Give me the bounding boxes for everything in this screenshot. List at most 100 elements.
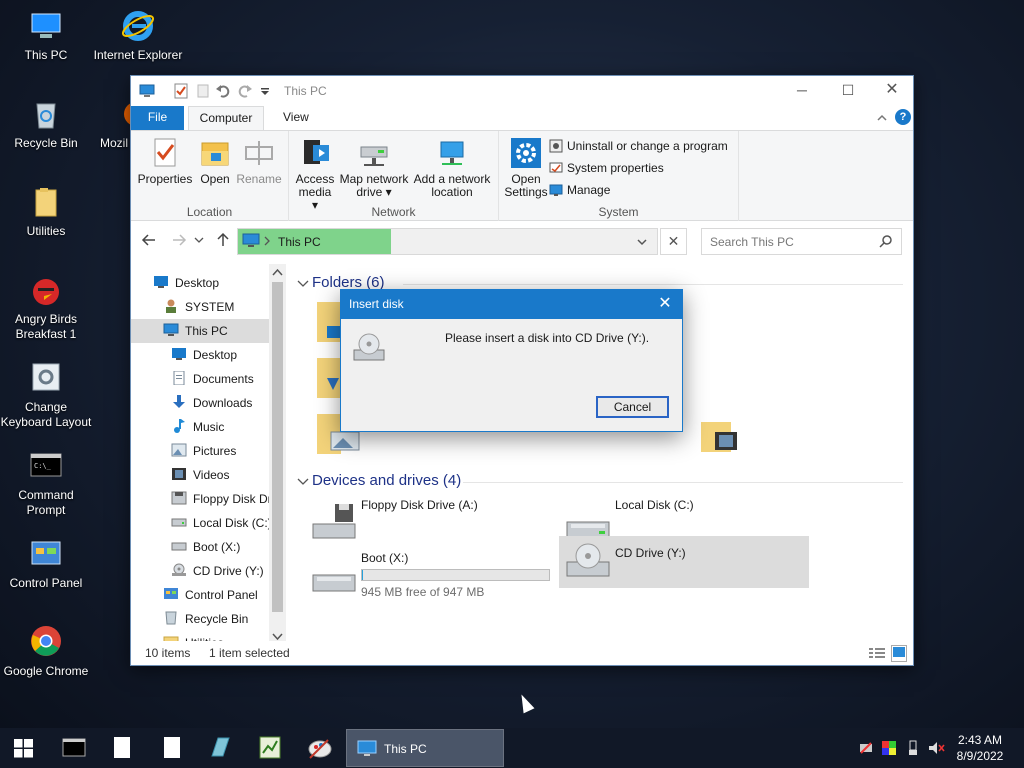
nav-item-local-disk[interactable]: Local Disk (C:) — [171, 511, 272, 535]
nav-item-pictures[interactable]: Pictures — [171, 439, 236, 463]
taskbar-paint-icon[interactable] — [296, 728, 344, 768]
nav-item-documents[interactable]: Documents — [171, 367, 254, 391]
open-settings-button[interactable]: Open Settings — [503, 137, 549, 199]
folder-icon[interactable] — [701, 414, 741, 457]
add-network-location-button[interactable]: Add a network location — [411, 137, 493, 199]
large-icons-view-icon[interactable] — [891, 645, 907, 662]
desktop-icon-this-pc[interactable]: This PC — [0, 8, 92, 63]
nav-item-downloads[interactable]: Downloads — [171, 391, 252, 415]
desktop-icon-recycle-bin[interactable]: Recycle Bin — [0, 96, 92, 151]
taskbar-app-icon[interactable] — [196, 728, 244, 768]
taskbar-command-prompt-icon[interactable] — [50, 728, 98, 768]
ribbon-group-label: Network — [371, 205, 416, 219]
nav-item-music[interactable]: Music — [171, 415, 224, 439]
start-button[interactable] — [0, 728, 48, 768]
nav-item-videos[interactable]: Videos — [171, 463, 229, 487]
desktop-icon-internet-explorer[interactable]: Internet Explorer — [92, 8, 184, 63]
taskbar-document-icon[interactable] — [148, 728, 196, 768]
nav-item-desktop-2[interactable]: Desktop — [171, 343, 237, 367]
floppy-drive-icon — [311, 504, 357, 542]
back-arrow-icon[interactable] — [139, 232, 159, 252]
clear-address-button[interactable]: ✕ — [660, 228, 687, 255]
nav-item-floppy[interactable]: Floppy Disk Dri — [171, 487, 274, 511]
collapse-chevron-icon[interactable] — [297, 278, 309, 292]
customize-quick-access-chevron-icon[interactable] — [259, 83, 275, 99]
close-button[interactable]: ✕ — [869, 76, 915, 106]
search-input[interactable]: Search This PC — [701, 228, 902, 255]
devices-group-header[interactable]: Devices and drives (4) — [312, 472, 461, 492]
drive-floppy[interactable]: Floppy Disk Drive (A:) — [299, 496, 545, 548]
color-tray-icon[interactable] — [881, 740, 897, 756]
tab-computer[interactable]: Computer — [188, 106, 264, 131]
nav-item-control-panel[interactable]: Control Panel — [163, 583, 258, 607]
desktop-icon-command-prompt[interactable]: C:\_ Command Prompt — [0, 448, 92, 518]
chrome-icon — [28, 624, 64, 660]
access-media-button[interactable]: Access media ▾ — [295, 137, 335, 212]
collapse-chevron-icon[interactable] — [297, 476, 309, 490]
taskbar-this-pc-button[interactable]: This PC — [346, 729, 504, 767]
open-button[interactable]: Open — [195, 137, 235, 186]
details-view-icon[interactable] — [869, 646, 885, 663]
manage-button[interactable]: Manage — [549, 181, 610, 201]
scroll-up-arrow-icon[interactable] — [272, 267, 283, 281]
nav-item-this-pc[interactable]: This PC — [131, 319, 269, 343]
nav-item-system[interactable]: SYSTEM — [163, 295, 234, 319]
up-arrow-icon[interactable] — [213, 232, 233, 252]
network-location-icon — [436, 137, 468, 169]
scrollbar-thumb[interactable] — [272, 282, 283, 612]
taskbar-notepad-icon[interactable] — [98, 728, 146, 768]
clock[interactable]: 2:43 AM 8/9/2022 — [952, 732, 1008, 764]
tab-file[interactable]: File — [131, 106, 184, 130]
minimize-button[interactable]: ─ — [779, 76, 825, 106]
navigation-scrollbar[interactable] — [269, 264, 286, 644]
desktop-icon-change-keyboard-layout[interactable]: Change Keyboard Layout — [0, 360, 92, 430]
undo-icon[interactable] — [215, 83, 231, 99]
properties-icon — [149, 137, 181, 169]
selection-count: 1 item selected — [209, 646, 290, 660]
nav-item-cd-drive[interactable]: CD Drive (Y:) — [171, 559, 264, 583]
folder-icon[interactable] — [317, 302, 341, 345]
tab-view[interactable]: View — [271, 106, 321, 130]
desktop-icon-angry-birds[interactable]: Angry Birds Breakfast 1 — [0, 272, 92, 342]
volume-muted-icon[interactable] — [928, 740, 945, 756]
breadcrumb[interactable]: This PC — [278, 235, 321, 249]
map-network-drive-button[interactable]: Map network drive ▾ — [337, 137, 411, 199]
usb-tray-icon[interactable] — [905, 740, 921, 756]
address-bar[interactable]: This PC — [237, 228, 658, 255]
drive-cd[interactable]: CD Drive (Y:) — [559, 536, 809, 588]
new-folder-quick-icon[interactable] — [195, 83, 211, 99]
group-divider — [403, 284, 903, 285]
nav-item-boot[interactable]: Boot (X:) — [171, 535, 240, 559]
folder-icon[interactable] — [317, 358, 341, 401]
dialog-close-button[interactable]: ✕ — [654, 294, 676, 314]
svg-text:C:\_: C:\_ — [34, 462, 52, 470]
maximize-button[interactable]: ☐ — [825, 76, 871, 106]
nav-item-desktop[interactable]: Desktop — [153, 271, 219, 295]
help-icon[interactable]: ? — [895, 109, 911, 125]
cd-drive-icon — [171, 561, 187, 576]
rename-button[interactable]: Rename — [235, 137, 283, 186]
desktop-icon-utilities[interactable]: Utilities — [0, 184, 92, 239]
cancel-button[interactable]: Cancel — [596, 396, 669, 418]
collapse-ribbon-chevron-icon[interactable] — [876, 112, 888, 124]
system-properties-button[interactable]: System properties — [549, 159, 664, 179]
rename-icon — [243, 137, 275, 169]
drive-usage-bar — [361, 569, 550, 581]
breadcrumb-chevron-icon[interactable] — [263, 234, 271, 251]
taskbar-spreadsheet-icon[interactable] — [246, 728, 294, 768]
forward-arrow-icon[interactable] — [169, 232, 189, 252]
this-pc-icon — [139, 83, 155, 99]
properties-button[interactable]: Properties — [137, 137, 193, 186]
uninstall-program-button[interactable]: Uninstall or change a program — [549, 137, 728, 157]
network-tray-icon[interactable] — [858, 740, 874, 756]
ribbon-tabs: File Computer View ? — [131, 106, 913, 131]
address-dropdown-chevron-icon[interactable] — [636, 235, 648, 252]
desktop-icon-control-panel[interactable]: Control Panel — [0, 536, 92, 591]
drive-boot[interactable]: Boot (X:) 945 MB free of 947 MB — [299, 549, 550, 601]
properties-quick-icon[interactable] — [173, 83, 189, 99]
nav-item-recycle-bin[interactable]: Recycle Bin — [163, 607, 248, 631]
music-icon — [171, 417, 187, 433]
desktop-icon-google-chrome[interactable]: Google Chrome — [0, 624, 92, 679]
recent-locations-chevron-icon[interactable] — [193, 232, 205, 252]
redo-icon[interactable] — [237, 83, 253, 99]
